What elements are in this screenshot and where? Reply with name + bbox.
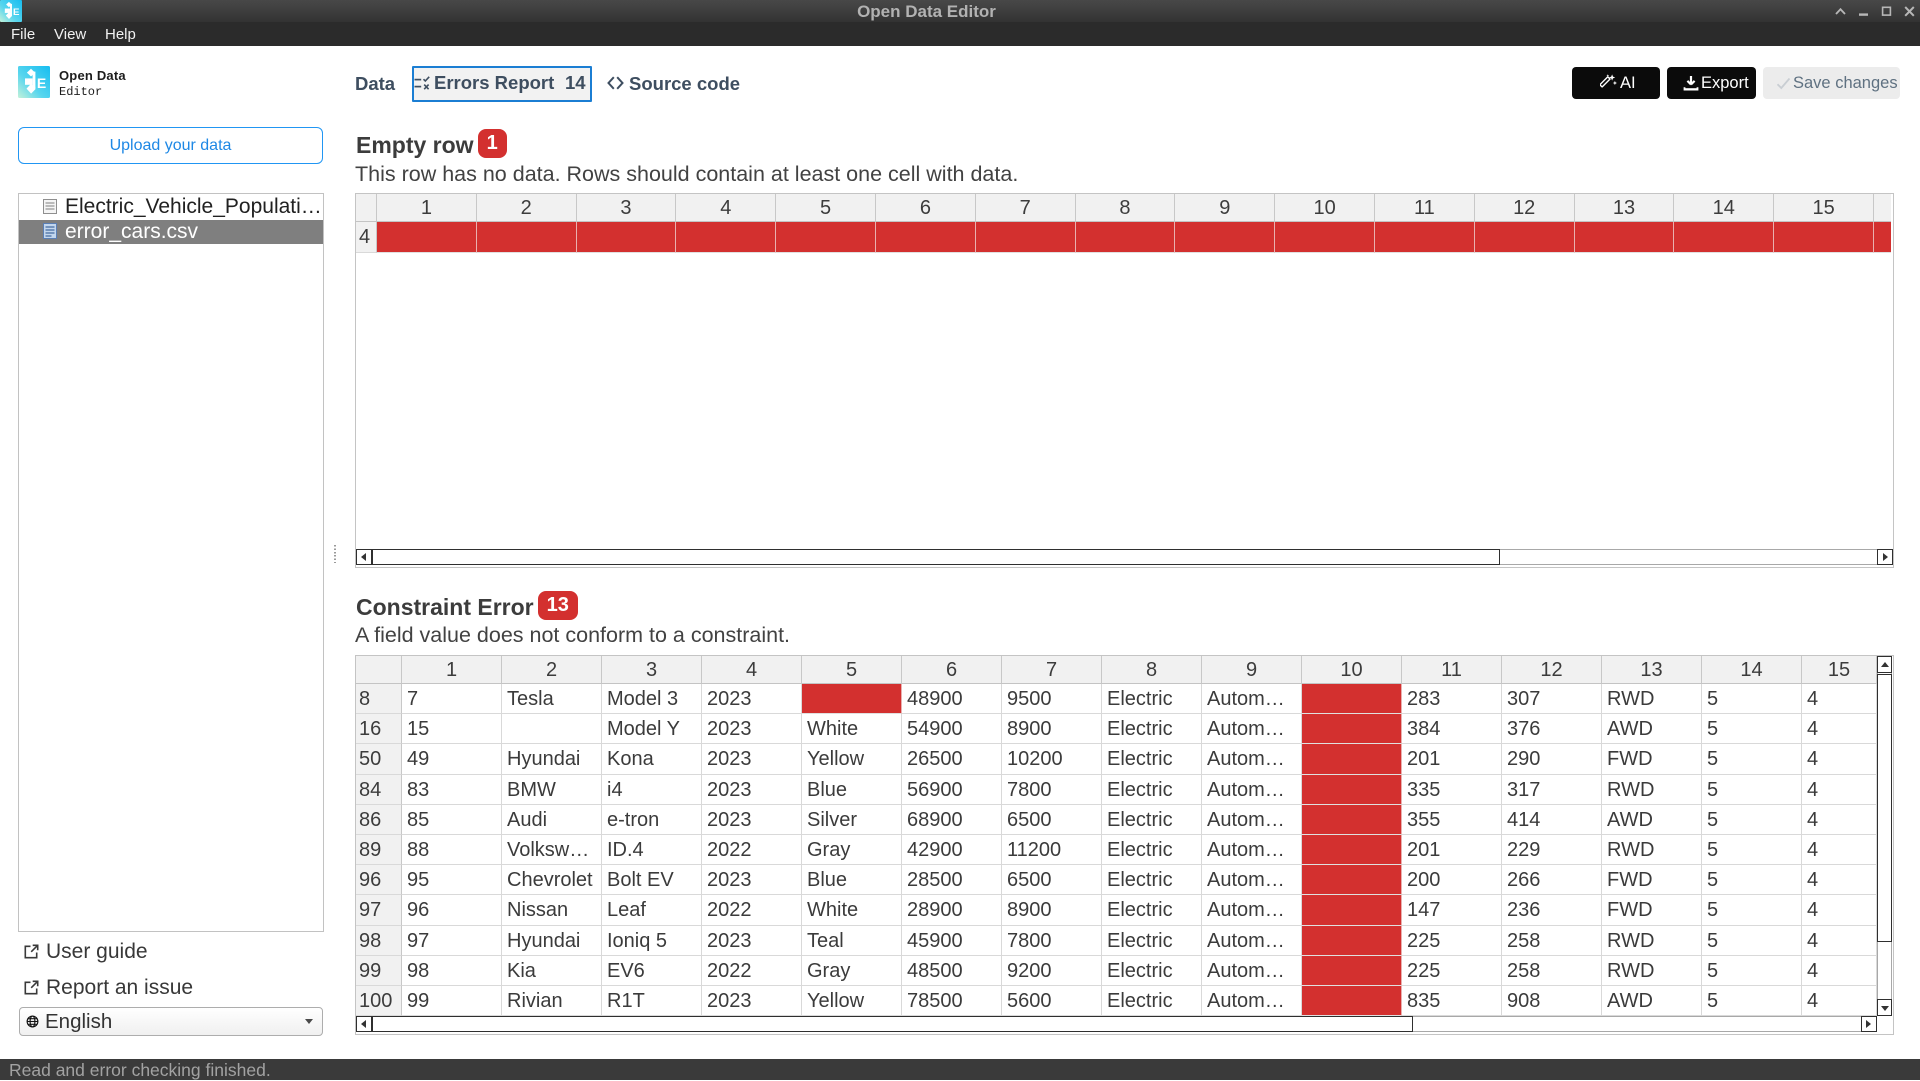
svg-text:E: E	[37, 75, 46, 91]
